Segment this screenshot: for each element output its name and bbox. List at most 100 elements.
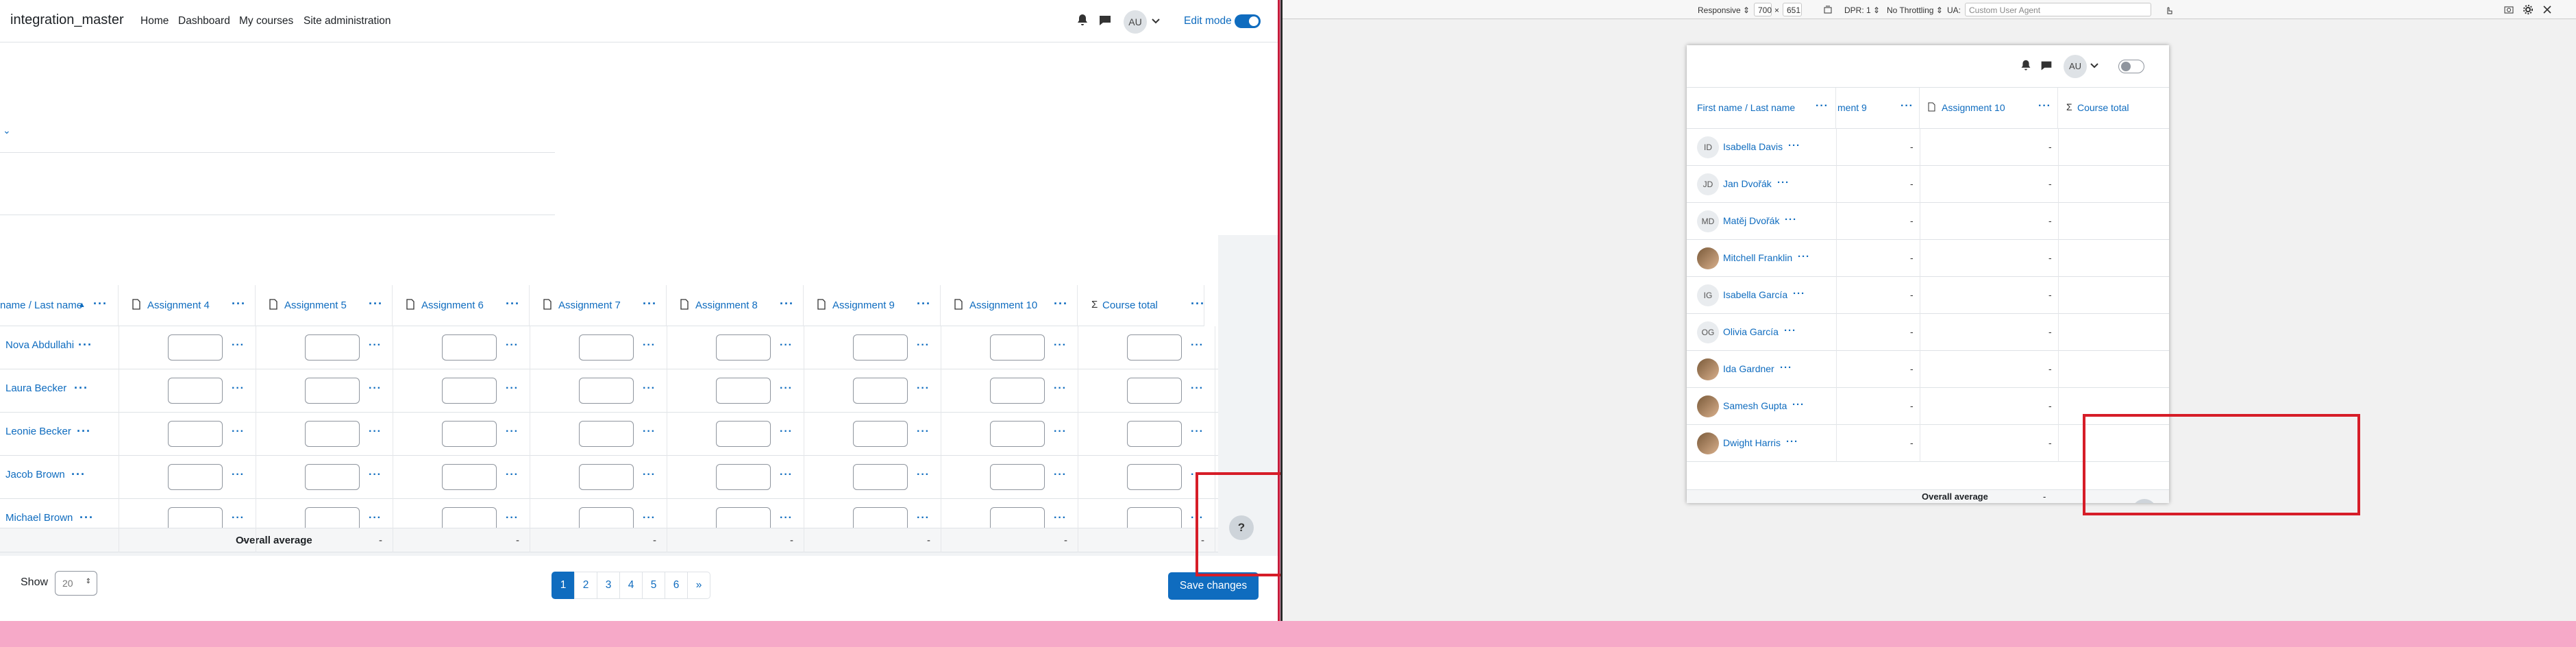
more-icon[interactable]: ···	[1816, 101, 1829, 112]
student-name[interactable]: Matěj Dvořák	[1723, 215, 1779, 226]
more-icon[interactable]: ···	[93, 297, 108, 310]
rotate-icon[interactable]	[1822, 4, 1833, 15]
page-link[interactable]: 5	[642, 572, 665, 599]
more-icon[interactable]: ···	[369, 513, 382, 524]
more-icon[interactable]: ···	[917, 297, 931, 310]
student-name[interactable]: Leonie Becker	[5, 426, 71, 437]
nav-home[interactable]: Home	[140, 15, 169, 27]
grade-input[interactable]	[853, 464, 908, 490]
student-name[interactable]: Mitchell Franklin	[1723, 252, 1792, 263]
header-name-label[interactable]: name / Last name	[0, 300, 82, 311]
more-icon[interactable]: ···	[780, 297, 794, 310]
student-name[interactable]: Dwight Harris	[1723, 437, 1781, 448]
grade-input[interactable]	[853, 334, 908, 361]
more-icon[interactable]: ···	[1900, 101, 1914, 112]
grade-input[interactable]	[442, 334, 497, 361]
user-agent-input[interactable]: Custom User Agent	[1965, 3, 2151, 16]
grade-input[interactable]	[1127, 464, 1182, 490]
screenshot-icon[interactable]	[2503, 4, 2514, 15]
header-column[interactable]: Assignment 4 ···	[119, 285, 256, 326]
student-name[interactable]: Isabella García	[1723, 289, 1787, 300]
grade-input[interactable]	[305, 378, 360, 404]
avatar[interactable]: AU	[2064, 55, 2087, 78]
grade-input[interactable]	[1127, 421, 1182, 447]
more-icon[interactable]: ···	[780, 469, 793, 480]
more-icon[interactable]: ···	[1054, 469, 1067, 480]
more-icon[interactable]: ···	[232, 426, 245, 437]
grade-input[interactable]	[716, 464, 771, 490]
more-icon[interactable]: ···	[917, 340, 930, 351]
bell-icon[interactable]	[1074, 12, 1091, 29]
grade-input[interactable]	[442, 378, 497, 404]
more-icon[interactable]: ···	[2038, 101, 2051, 112]
grade-input[interactable]	[442, 464, 497, 490]
more-icon[interactable]: ···	[232, 297, 246, 310]
page-link[interactable]: 3	[597, 572, 620, 599]
student-name[interactable]: Jacob Brown	[5, 469, 65, 480]
message-icon[interactable]	[2039, 58, 2054, 73]
grade-input[interactable]	[305, 464, 360, 490]
more-icon[interactable]: ···	[1054, 383, 1067, 394]
grade-input[interactable]	[305, 334, 360, 361]
header-column[interactable]: Assignment 5 ···	[256, 285, 393, 326]
page-link[interactable]: 6	[665, 572, 688, 599]
header-course-total-label[interactable]: Course total	[2077, 102, 2129, 113]
more-icon[interactable]: ···	[1788, 141, 1800, 151]
more-icon[interactable]: ···	[643, 426, 656, 437]
device-mode-select[interactable]: Responsive ⇕	[1698, 5, 1750, 15]
more-icon[interactable]: ···	[917, 383, 930, 394]
header-column-label[interactable]: Assignment 9	[832, 300, 895, 311]
more-icon[interactable]: ···	[232, 340, 245, 351]
header-column-label[interactable]: Assignment 8	[695, 300, 758, 311]
header-column-label[interactable]: Assignment 5	[284, 300, 347, 311]
grade-input[interactable]	[853, 421, 908, 447]
grade-input[interactable]	[716, 378, 771, 404]
student-name[interactable]: Nova Abdullahi	[5, 339, 74, 351]
more-icon[interactable]: ···	[506, 340, 519, 351]
more-icon[interactable]: ···	[506, 513, 519, 524]
more-icon[interactable]: ···	[1792, 400, 1805, 410]
more-icon[interactable]: ···	[780, 340, 793, 351]
more-icon[interactable]: ···	[78, 339, 92, 351]
grade-input[interactable]	[990, 378, 1045, 404]
student-name[interactable]: Jan Dvořák	[1723, 178, 1772, 189]
header-column-label[interactable]: Course total	[1102, 300, 1158, 311]
header-name[interactable]: name / Last name ▲ ···	[0, 285, 119, 326]
more-icon[interactable]: ···	[506, 469, 519, 480]
more-icon[interactable]: ···	[1798, 252, 1810, 262]
more-icon[interactable]: ···	[74, 382, 88, 394]
student-name[interactable]: Ida Gardner	[1723, 363, 1774, 374]
grade-input[interactable]	[990, 421, 1045, 447]
more-icon[interactable]: ···	[77, 425, 91, 437]
grade-input[interactable]	[168, 464, 223, 490]
viewport-height[interactable]: 651	[1783, 3, 1802, 16]
bell-icon[interactable]	[2018, 58, 2033, 73]
edit-mode-toggle[interactable]	[2118, 60, 2144, 73]
header-column[interactable]: Assignment 6 ···	[393, 285, 530, 326]
nav-dashboard[interactable]: Dashboard	[178, 15, 230, 27]
more-icon[interactable]: ···	[643, 469, 656, 480]
more-icon[interactable]: ···	[917, 426, 930, 437]
more-icon[interactable]: ···	[780, 513, 793, 524]
student-name[interactable]: Samesh Gupta	[1723, 400, 1787, 411]
more-icon[interactable]: ···	[780, 383, 793, 394]
grade-input[interactable]	[716, 421, 771, 447]
save-changes-button[interactable]: Save changes	[1168, 572, 1259, 600]
page-link[interactable]: 2	[574, 572, 597, 599]
header-column[interactable]: Assignment 8 ···	[667, 285, 804, 326]
more-icon[interactable]: ···	[1784, 326, 1796, 336]
chevron-down-icon[interactable]	[1151, 12, 1161, 29]
grade-input[interactable]	[1127, 334, 1182, 361]
header-column[interactable]: Assignment 7 ···	[530, 285, 667, 326]
more-icon[interactable]: ···	[232, 383, 245, 394]
more-icon[interactable]: ···	[1054, 297, 1068, 310]
more-icon[interactable]: ···	[369, 469, 382, 480]
student-name[interactable]: Michael Brown	[5, 512, 73, 524]
message-icon[interactable]	[1097, 12, 1113, 29]
grade-input[interactable]	[579, 464, 634, 490]
page-link[interactable]: 4	[619, 572, 643, 599]
per-page-select[interactable]: 20 ⇕	[55, 571, 97, 596]
header-assignment-9-label[interactable]: ment 9	[1837, 102, 1867, 113]
viewport-width[interactable]: 700	[1754, 3, 1772, 16]
student-name[interactable]: Laura Becker	[5, 382, 66, 394]
